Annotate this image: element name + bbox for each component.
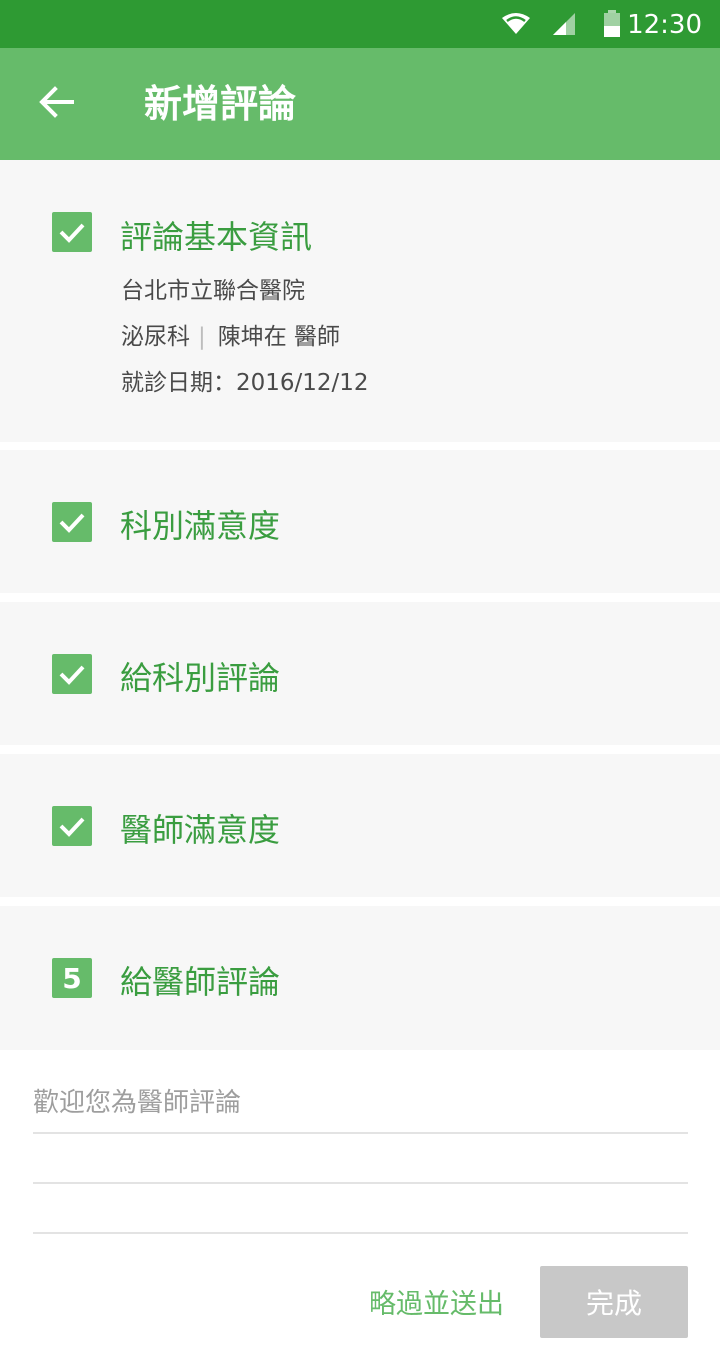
- input-line: [33, 1182, 688, 1184]
- hospital-name: 台北市立聯合醫院: [121, 278, 305, 304]
- step-title: 醫師滿意度: [120, 811, 281, 849]
- battery-icon: [600, 0, 624, 48]
- step-basic-info: 評論基本資訊 台北市立聯合醫院 泌尿科 | 陳坤在 醫師 就診日期：2016/12/…: [0, 160, 720, 442]
- step-title: 評論基本資訊: [120, 218, 313, 256]
- arrow-left-icon: [38, 85, 74, 123]
- page-title: 新增評論: [144, 82, 297, 126]
- status-bar: 12:30: [0, 0, 720, 48]
- step-department-satisfaction[interactable]: 科別滿意度: [0, 450, 720, 593]
- step-number-badge: 5: [52, 958, 92, 998]
- comment-input[interactable]: 歡迎您為醫師評論: [33, 1082, 241, 1119]
- step-doctor-satisfaction[interactable]: 醫師滿意度: [0, 754, 720, 897]
- input-line: [33, 1232, 688, 1234]
- visit-date: 就診日期：2016/12/12: [121, 370, 369, 396]
- check-icon: [52, 212, 92, 252]
- back-button[interactable]: [28, 78, 84, 130]
- department-doctor-line: 泌尿科 | 陳坤在 醫師: [121, 317, 340, 351]
- step-title: 科別滿意度: [120, 507, 281, 545]
- wifi-icon: [500, 0, 532, 48]
- separator: |: [198, 324, 206, 350]
- done-button[interactable]: 完成: [540, 1266, 688, 1338]
- app-bar: 新增評論: [0, 48, 720, 160]
- input-line: [33, 1132, 688, 1134]
- doctor-name: 陳坤在 醫師: [217, 324, 341, 350]
- check-icon: [52, 502, 92, 542]
- check-icon: [52, 654, 92, 694]
- skip-and-submit-button[interactable]: 略過並送出: [369, 1282, 504, 1321]
- status-time: 12:30: [627, 10, 702, 40]
- step-title: 給科別評論: [120, 659, 281, 697]
- step-title: 給醫師評論: [120, 963, 281, 1001]
- cell-signal-icon: [550, 0, 578, 48]
- step-doctor-comment: 5 給醫師評論: [0, 906, 720, 1050]
- check-icon: [52, 806, 92, 846]
- department-name: 泌尿科: [121, 324, 190, 350]
- step-department-comment[interactable]: 給科別評論: [0, 602, 720, 745]
